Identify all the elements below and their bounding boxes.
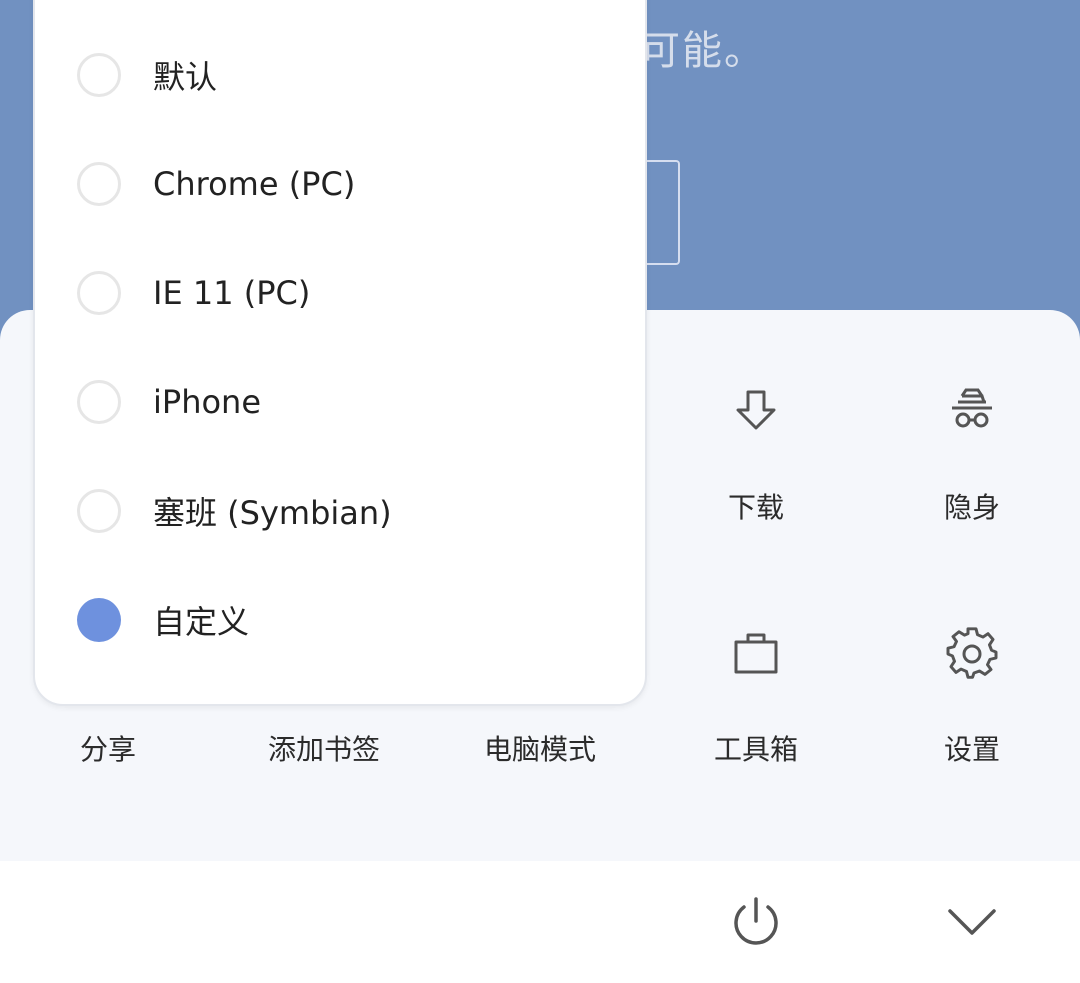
- radio-button[interactable]: [77, 379, 121, 424]
- menu-label-add-bookmark: 添加书签: [267, 733, 380, 766]
- menu-item-download[interactable]: 下载: [648, 370, 864, 530]
- radio-button-selected[interactable]: [77, 597, 121, 642]
- menu-label-desktop-mode: 电脑模式: [483, 733, 596, 766]
- download-icon: [728, 384, 784, 440]
- menu-label-share: 分享: [79, 733, 136, 766]
- menu-label-toolbox: 工具箱: [713, 733, 798, 766]
- ua-option-iphone[interactable]: iPhone: [35, 347, 645, 456]
- ua-option-label: Chrome (PC): [153, 164, 356, 203]
- background-text: 可能。: [640, 28, 766, 74]
- radio-button[interactable]: [77, 488, 121, 533]
- screen: 可能。 下载 隐身 分享 添加书签 电脑模式 工具箱 设置 默认 Chrome …: [0, 0, 1080, 983]
- menu-label-settings: 设置: [943, 733, 1000, 766]
- ua-option-chrome-pc[interactable]: Chrome (PC): [35, 129, 645, 238]
- gear-icon: [944, 626, 1000, 682]
- menu-label-download: 下载: [727, 491, 784, 524]
- ua-option-default[interactable]: 默认: [35, 20, 645, 129]
- ua-option-label: 自定义: [153, 602, 250, 641]
- radio-button[interactable]: [77, 161, 121, 206]
- ua-option-label: IE 11 (PC): [153, 273, 311, 312]
- chevron-down-icon[interactable]: [940, 891, 1004, 955]
- ua-option-label: 默认: [153, 57, 218, 96]
- bottom-bar: [0, 861, 1080, 983]
- menu-item-incognito[interactable]: 隐身: [864, 370, 1080, 530]
- ua-option-label: iPhone: [153, 382, 262, 421]
- power-icon[interactable]: [724, 891, 788, 955]
- radio-button[interactable]: [77, 52, 121, 97]
- menu-item-settings[interactable]: 设置: [864, 610, 1080, 780]
- toolbox-icon: [728, 626, 784, 682]
- menu-item-toolbox[interactable]: 工具箱: [648, 610, 864, 780]
- ua-option-label: 塞班 (Symbian): [153, 493, 392, 532]
- incognito-icon: [944, 384, 1000, 440]
- ua-option-symbian[interactable]: 塞班 (Symbian): [35, 456, 645, 565]
- ua-option-custom[interactable]: 自定义: [35, 565, 645, 674]
- radio-button[interactable]: [77, 270, 121, 315]
- ua-option-ie11-pc[interactable]: IE 11 (PC): [35, 238, 645, 347]
- menu-label-incognito: 隐身: [943, 491, 1000, 524]
- user-agent-popup: 默认 Chrome (PC) IE 11 (PC) iPhone 塞班 (Sym…: [33, 0, 647, 706]
